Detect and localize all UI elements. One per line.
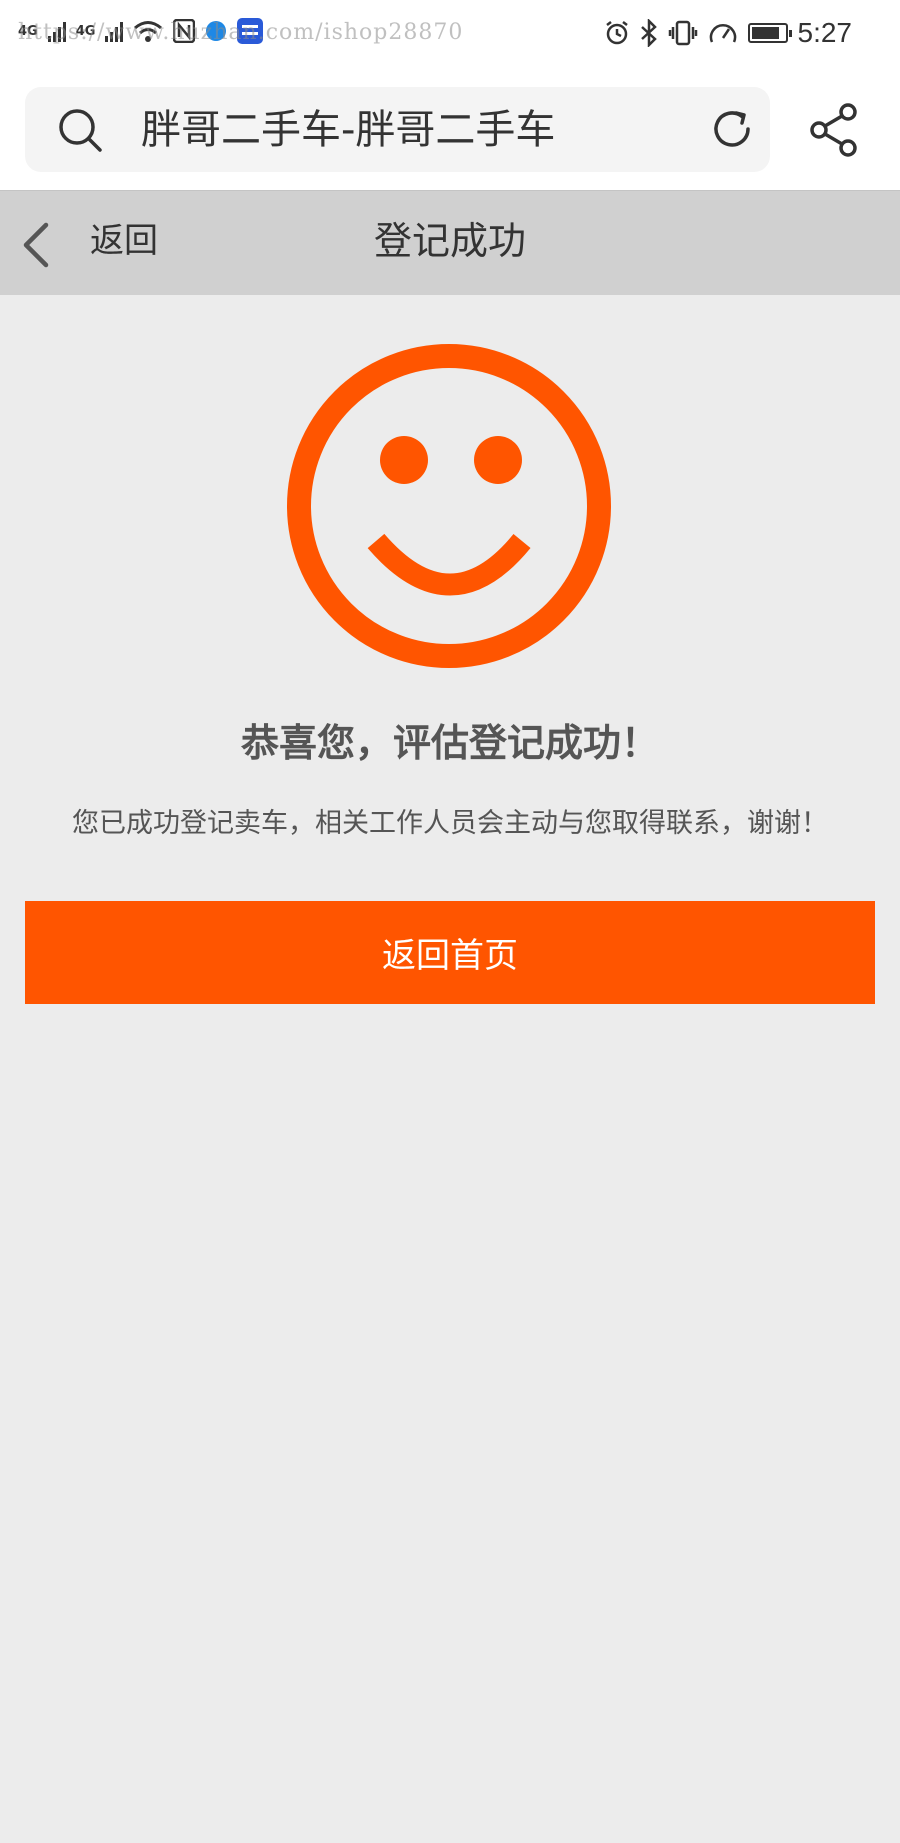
page-header: 返回 登记成功 [0, 190, 900, 295]
smiley-icon [287, 344, 611, 668]
clock: 5:27 [797, 17, 853, 48]
speed-icon [709, 24, 736, 43]
vibrate-icon [668, 20, 697, 46]
browser-toolbar: 胖哥二手车-胖哥二手车 [0, 70, 900, 190]
watermark: https://www.huzhan.com/ishop28870 [18, 20, 464, 45]
status-bar: 4G 4G https://www.huzhan.com/ishop28870 [0, 0, 900, 70]
success-message: 您已成功登记卖车，相关工作人员会主动与您取得联系，谢谢！ [72, 808, 828, 839]
refresh-icon[interactable] [708, 105, 756, 153]
success-headline: 恭喜您，评估登记成功！ [240, 721, 659, 765]
return-home-button[interactable]: 返回首页 [25, 901, 875, 1004]
page-title: 登记成功 [373, 219, 526, 263]
status-right-icons: 5:27 [604, 17, 853, 49]
battery-level [751, 27, 779, 39]
address-bar[interactable]: 胖哥二手车-胖哥二手车 [25, 87, 770, 172]
battery-icon [747, 23, 792, 43]
search-icon[interactable] [57, 107, 103, 153]
share-icon[interactable] [808, 102, 860, 158]
bluetooth-icon [640, 19, 657, 47]
site-title[interactable]: 胖哥二手车-胖哥二手车 [141, 105, 555, 155]
alarm-icon [605, 21, 628, 45]
